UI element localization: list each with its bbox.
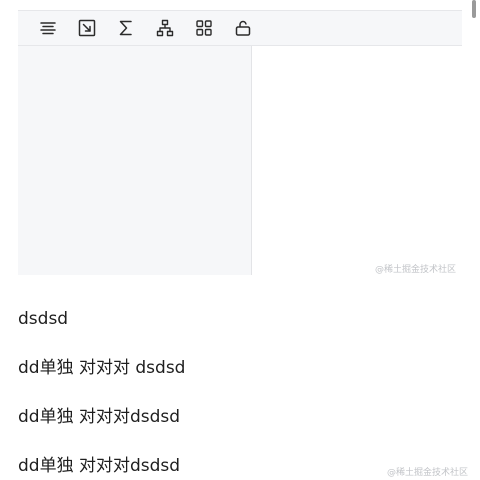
left-pane [18, 46, 252, 275]
right-pane [253, 46, 462, 275]
fit-screen-icon[interactable] [77, 18, 97, 38]
editor-toolbar [18, 10, 462, 46]
paragraph-4: dd单独 对对对dsdsd [18, 456, 181, 476]
align-lines-icon[interactable] [38, 18, 58, 38]
lock-icon[interactable] [233, 18, 253, 38]
scrollbar-thumb[interactable] [472, 0, 476, 18]
diagram-editor [18, 10, 462, 275]
paragraph-1: dsdsd [18, 309, 69, 329]
watermark-bottom: @稀土掘金技术社区 [387, 468, 469, 478]
hierarchy-icon[interactable] [155, 18, 175, 38]
paragraph-3: dd单独 对对对dsdsd [18, 407, 181, 427]
grid-icon[interactable] [194, 18, 214, 38]
sigma-icon[interactable] [116, 18, 136, 38]
watermark-top: @稀土掘金技术社区 [375, 265, 457, 275]
paragraph-2: dd单独 对对对 dsdsd [18, 358, 186, 378]
